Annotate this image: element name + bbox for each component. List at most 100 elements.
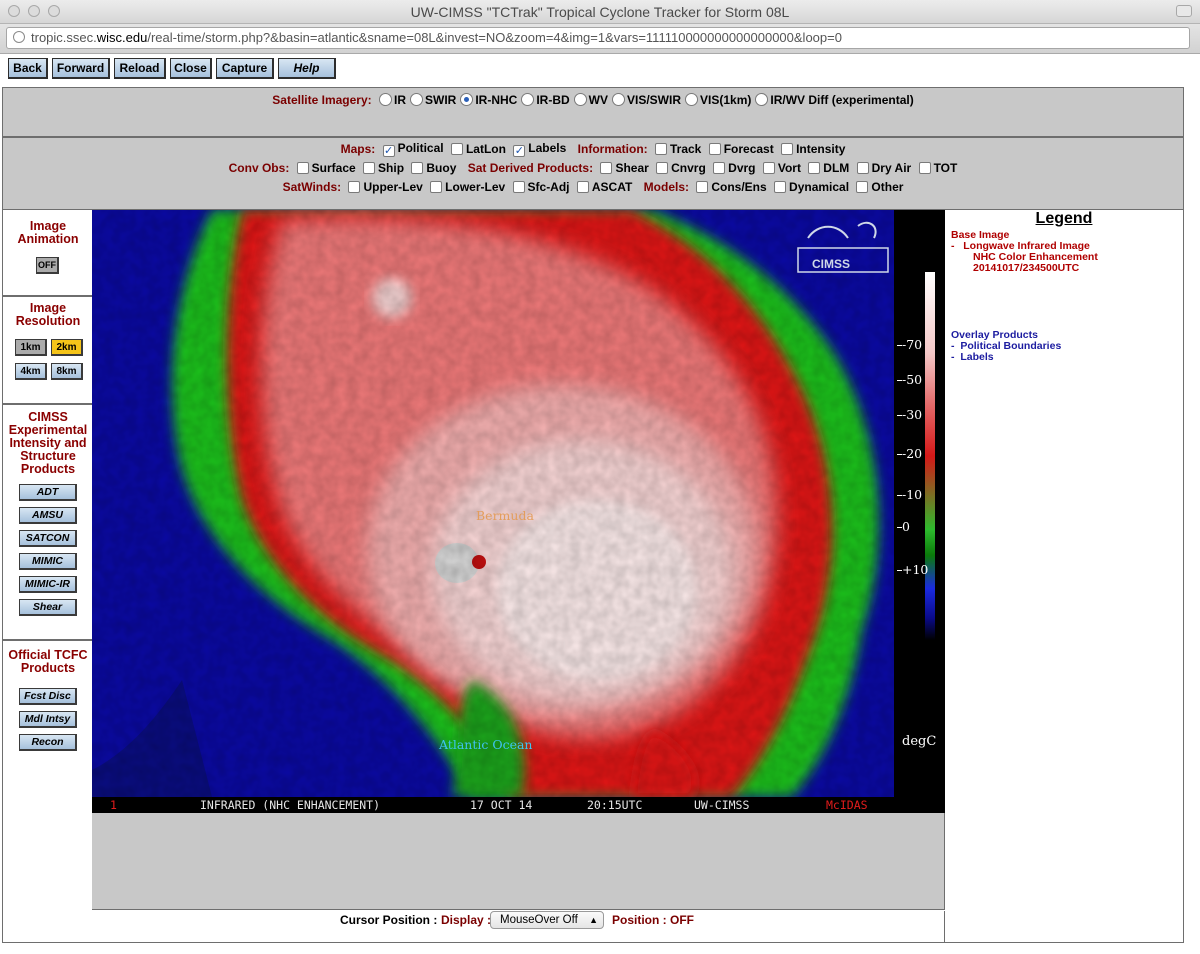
- imagery-option-1[interactable]: SWIR: [409, 92, 456, 107]
- cnvrg-option[interactable]: Cnvrg: [656, 161, 706, 175]
- track-option[interactable]: Track: [655, 142, 701, 156]
- consens-checkbox[interactable]: [696, 180, 709, 193]
- imagery-option-6[interactable]: VIS(1km): [685, 92, 751, 107]
- intensity-checkbox[interactable]: [781, 143, 794, 155]
- dvrg-checkbox[interactable]: [713, 161, 726, 174]
- political-option[interactable]: ✓ Political: [382, 141, 444, 157]
- res-4km-button[interactable]: 4km: [15, 363, 47, 380]
- mdl-intsy-button[interactable]: Mdl Intsy: [19, 711, 77, 728]
- imagery-option-4[interactable]: WV: [573, 92, 608, 107]
- labels-checkbox[interactable]: ✓: [513, 145, 526, 157]
- imagery-radio-0[interactable]: [378, 92, 392, 106]
- imagery-option-3[interactable]: IR-BD: [521, 92, 570, 107]
- fcst-disc-button[interactable]: Fcst Disc: [19, 688, 77, 705]
- lowerlev-option[interactable]: Lower-Lev: [430, 180, 505, 194]
- imagery-radio-6[interactable]: [685, 92, 699, 106]
- cursor-position-row: Cursor Position : Display : MouseOver Of…: [92, 911, 945, 943]
- other-option[interactable]: Other: [856, 180, 903, 194]
- reload-button[interactable]: Reload: [114, 58, 166, 79]
- dynamical-option[interactable]: Dynamical: [774, 180, 849, 194]
- mimic-button[interactable]: MIMIC: [19, 553, 77, 570]
- cnvrg-checkbox[interactable]: [656, 161, 669, 174]
- upperlev-checkbox[interactable]: [348, 180, 361, 193]
- overlay-panel: Maps: ✓ Political LatLon ✓ Labels Informat…: [2, 137, 1184, 210]
- surface-option[interactable]: Surface: [296, 161, 356, 175]
- shear-option[interactable]: Shear: [600, 161, 649, 175]
- recon-button[interactable]: Recon: [19, 734, 77, 751]
- dlm-option[interactable]: DLM: [808, 161, 849, 175]
- address-bar[interactable]: tropic.ssec.wisc.edu/real-time/storm.php…: [6, 27, 1190, 49]
- close-button[interactable]: Close: [170, 58, 212, 79]
- imagery-option-5[interactable]: VIS/SWIR: [612, 92, 681, 107]
- imagery-radio-5[interactable]: [612, 92, 625, 106]
- satellite-image[interactable]: CIMSS Bermuda Atlantic Ocean 1 INFRARED …: [92, 210, 894, 813]
- dvrg-option[interactable]: Dvrg: [713, 161, 756, 175]
- bermuda-label: Bermuda: [476, 508, 534, 523]
- track-checkbox[interactable]: [655, 143, 667, 155]
- dryair-option[interactable]: Dry Air: [856, 161, 911, 175]
- res-2km-button[interactable]: 2km: [51, 339, 83, 356]
- url-domain: wisc.edu: [96, 30, 148, 45]
- latlon-checkbox[interactable]: [450, 143, 463, 155]
- resolution-section: Image Resolution 1km 2km 4km 8km: [3, 297, 93, 405]
- upperlev-option[interactable]: Upper-Lev: [348, 180, 423, 194]
- satcon-button[interactable]: SATCON: [19, 530, 77, 547]
- political-checkbox[interactable]: ✓: [382, 145, 395, 157]
- imagery-radio-2[interactable]: [460, 92, 474, 106]
- amsu-button[interactable]: AMSU: [19, 507, 77, 524]
- res-8km-button[interactable]: 8km: [51, 363, 83, 380]
- sfcadj-checkbox[interactable]: [512, 180, 525, 193]
- fullscreen-icon[interactable]: [1176, 5, 1192, 17]
- forecast-checkbox[interactable]: [708, 143, 721, 155]
- imagery-radio-4[interactable]: [573, 92, 587, 106]
- temperature-colorbar: -70 -50 -30 -20 -10 0 +10 degC: [894, 210, 945, 813]
- imagery-option-0[interactable]: IR: [378, 92, 406, 107]
- satwinds-label: SatWinds:: [282, 179, 342, 194]
- imagery-option-7[interactable]: IR/WV Diff (experimental): [755, 92, 914, 107]
- vort-option[interactable]: Vort: [762, 161, 801, 175]
- latlon-option[interactable]: LatLon: [450, 142, 506, 156]
- tot-checkbox[interactable]: [918, 161, 931, 174]
- dlm-checkbox[interactable]: [808, 161, 821, 174]
- buoy-option[interactable]: Buoy: [411, 161, 456, 175]
- shear-product-button[interactable]: Shear: [19, 599, 77, 616]
- intensity-option[interactable]: Intensity: [781, 142, 845, 156]
- cimss-section: CIMSS Experimental Intensity and Structu…: [3, 405, 93, 641]
- url-host: tropic.ssec.: [31, 30, 97, 45]
- back-button[interactable]: Back: [8, 58, 48, 79]
- buoy-checkbox[interactable]: [411, 161, 424, 174]
- animation-toggle-button[interactable]: OFF: [36, 257, 59, 274]
- imagery-option-2[interactable]: IR-NHC: [460, 92, 517, 107]
- tcfc-section: Official TCFC Products Fcst Disc Mdl Int…: [3, 641, 93, 943]
- imagery-radio-7[interactable]: [755, 92, 769, 106]
- other-checkbox[interactable]: [856, 180, 869, 193]
- ascat-checkbox[interactable]: [576, 180, 589, 193]
- surface-checkbox[interactable]: [296, 161, 309, 174]
- labels-option[interactable]: ✓ Labels: [513, 141, 566, 157]
- capture-button[interactable]: Capture: [216, 58, 274, 79]
- forward-button[interactable]: Forward: [52, 58, 110, 79]
- imagery-radio-3[interactable]: [521, 92, 535, 106]
- res-1km-button[interactable]: 1km: [15, 339, 47, 356]
- shear-checkbox[interactable]: [600, 161, 613, 174]
- dryair-checkbox[interactable]: [856, 161, 869, 174]
- ship-option[interactable]: Ship: [363, 161, 404, 175]
- dynamical-checkbox[interactable]: [774, 180, 787, 193]
- ship-checkbox[interactable]: [363, 161, 376, 174]
- vort-checkbox[interactable]: [762, 161, 775, 174]
- display-select[interactable]: MouseOver Off ▲: [490, 911, 604, 929]
- tot-option[interactable]: TOT: [918, 161, 957, 175]
- display-select-value: MouseOver Off: [500, 914, 578, 926]
- consens-option[interactable]: Cons/Ens: [696, 180, 767, 194]
- mimic-ir-button[interactable]: MIMIC-IR: [19, 576, 77, 593]
- lowerlev-checkbox[interactable]: [430, 180, 443, 193]
- atlantic-ocean-label: Atlantic Ocean: [439, 737, 533, 752]
- forecast-option[interactable]: Forecast: [708, 142, 774, 156]
- ascat-option[interactable]: ASCAT: [576, 180, 632, 194]
- sfcadj-option[interactable]: Sfc-Adj: [512, 180, 570, 194]
- help-button[interactable]: Help: [278, 58, 336, 79]
- imagery-radio-1[interactable]: [409, 92, 423, 106]
- legend-panel: Legend Base Image - Longwave Infrared Im…: [945, 210, 1184, 943]
- adt-button[interactable]: ADT: [19, 484, 77, 501]
- position-value: OFF: [670, 913, 694, 927]
